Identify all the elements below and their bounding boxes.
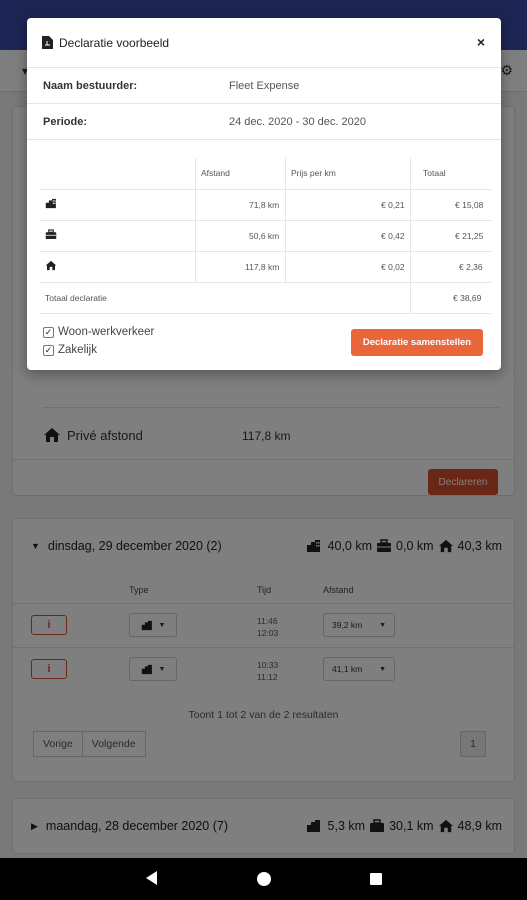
total-label: Totaal declaratie: [45, 293, 107, 303]
modal-title: Declaratie voorbeeld: [59, 35, 170, 50]
table-total-row: Totaal declaratie € 38,69: [39, 283, 491, 314]
totaal-cell: € 2,36: [459, 262, 483, 272]
table-row: 117,8 km € 0,02 € 2,36: [39, 252, 491, 283]
divider: [410, 158, 411, 314]
period-value: 24 dec. 2020 - 30 dec. 2020: [229, 116, 366, 128]
afstand-cell: 71,8 km: [249, 200, 280, 210]
checkbox-checked-icon[interactable]: ✓: [43, 326, 54, 338]
building-icon: [45, 198, 56, 209]
totaal-cell: € 15,08: [455, 200, 484, 210]
checkbox-zakelijk[interactable]: ✓ Zakelijk: [43, 344, 97, 356]
prijs-cell: € 0,42: [381, 231, 405, 241]
period-row: Periode: 24 dec. 2020 - 30 dec. 2020: [27, 104, 501, 140]
modal-header: Declaratie voorbeeld: [27, 18, 501, 68]
driver-label: Naam bestuurder:: [43, 80, 138, 92]
checkbox-checked-icon[interactable]: ✓: [43, 344, 54, 356]
period-label: Periode:: [43, 116, 88, 128]
afstand-cell: 50,6 km: [249, 231, 280, 241]
divider: [285, 158, 286, 283]
table-header: Afstand Prijs per km Totaal: [39, 158, 491, 190]
checkbox-woon-werk[interactable]: ✓ Woon-werkverkeer: [43, 326, 154, 338]
house-icon: [45, 260, 57, 271]
driver-row: Naam bestuurder: Fleet Expense: [27, 68, 501, 104]
close-icon[interactable]: ×: [477, 34, 485, 50]
afstand-cell: 117,8 km: [245, 262, 280, 272]
home-icon[interactable]: [257, 872, 271, 886]
compose-declaration-button[interactable]: Declaratie samenstellen: [351, 329, 483, 356]
declaration-preview-modal: Declaratie voorbeeld × Naam bestuurder: …: [27, 18, 501, 370]
android-nav-bar: [0, 858, 527, 900]
table-row: 50,6 km € 0,42 € 21,25: [39, 221, 491, 252]
briefcase-icon: [45, 229, 57, 239]
back-icon[interactable]: [146, 871, 157, 885]
header-prijs: Prijs per km: [291, 168, 336, 178]
prijs-cell: € 0,02: [381, 262, 405, 272]
checkbox-label: Woon-werkverkeer: [58, 326, 155, 338]
header-totaal: Totaal: [423, 168, 446, 178]
driver-value: Fleet Expense: [229, 80, 300, 92]
table-row: 71,8 km € 0,21 € 15,08: [39, 190, 491, 221]
total-value: € 38,69: [453, 293, 482, 303]
header-afstand: Afstand: [201, 168, 230, 178]
divider: [195, 158, 196, 283]
checkbox-label: Zakelijk: [58, 344, 97, 356]
document-pdf-icon: [42, 36, 53, 49]
prijs-cell: € 0,21: [381, 200, 405, 210]
totaal-cell: € 21,25: [455, 231, 484, 241]
recent-apps-icon[interactable]: [370, 873, 382, 885]
